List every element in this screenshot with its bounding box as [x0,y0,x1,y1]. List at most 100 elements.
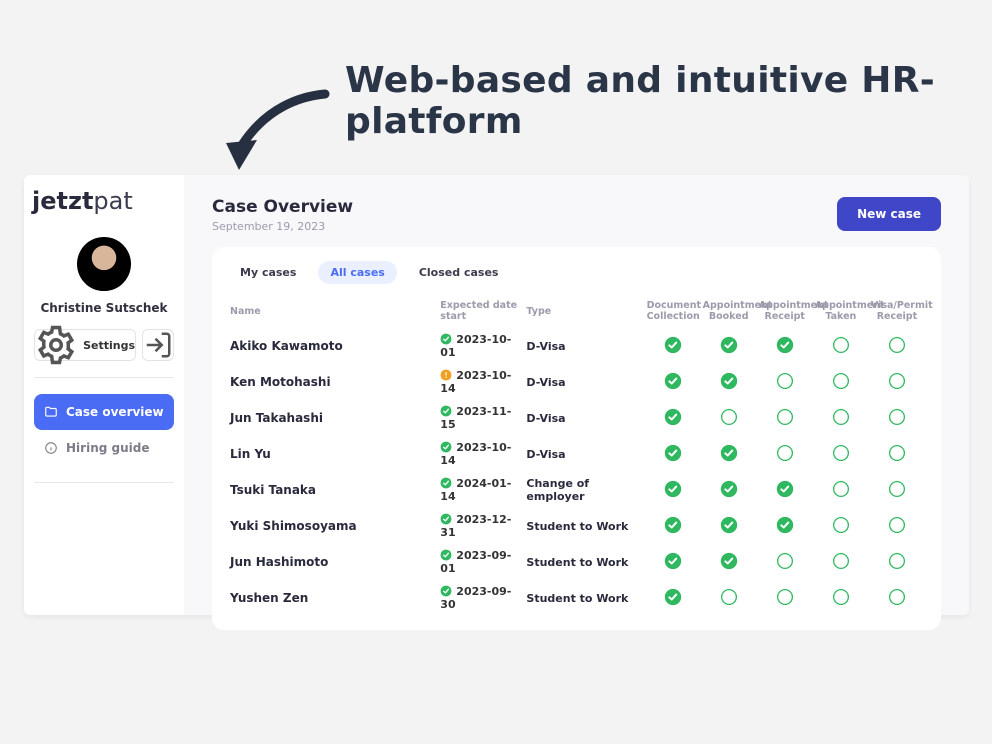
avatar[interactable] [77,237,131,291]
col-taken: Appointment Taken [813,294,869,328]
tab-closed-cases[interactable]: Closed cases [407,261,511,284]
sidebar-item-label: Hiring guide [66,441,149,455]
status-open-icon [720,408,738,426]
cell-status [813,364,869,400]
status-open-icon [832,588,850,606]
cell-type: D-Visa [524,436,644,472]
status-done-icon [776,336,794,354]
tab-my-cases[interactable]: My cases [228,261,308,284]
logout-icon [143,330,173,360]
cases-table: Name Expected date start Type Document C… [228,294,925,616]
cell-status [701,508,757,544]
cell-status [645,400,701,436]
cell-type: Student to Work [524,580,644,616]
cell-status [701,544,757,580]
warning-icon [440,369,452,381]
status-done-icon [720,480,738,498]
new-case-button[interactable]: New case [837,197,941,231]
cell-date: 2023-10-14 [438,436,524,472]
cell-type: Student to Work [524,508,644,544]
cell-date: 2023-09-01 [438,544,524,580]
arrow-icon [215,88,335,183]
cell-name: Jun Hashimoto [228,544,438,580]
cell-type: D-Visa [524,328,644,364]
cell-status [757,328,813,364]
cell-date: 2023-11-15 [438,400,524,436]
info-icon [44,441,58,455]
table-row[interactable]: Jun Takahashi2023-11-15D-Visa [228,400,925,436]
sidebar: Christine Sutschek Settings Case overvie… [24,175,184,615]
status-done-icon [664,516,682,534]
cell-type: D-Visa [524,400,644,436]
table-row[interactable]: Ken Motohashi2023-10-14D-Visa [228,364,925,400]
cell-status [757,436,813,472]
col-name: Name [228,294,438,328]
cell-status [813,472,869,508]
col-type: Type [524,294,644,328]
ok-icon [440,333,452,345]
status-open-icon [832,372,850,390]
brand-logo: jetztpat [32,187,133,216]
status-done-icon [720,516,738,534]
tabs: My cases All cases Closed cases [228,261,925,284]
cell-status [645,580,701,616]
cell-type: Change of employer [524,472,644,508]
cell-status [645,328,701,364]
cell-status [645,436,701,472]
table-row[interactable]: Lin Yu2023-10-14D-Visa [228,436,925,472]
status-done-icon [720,336,738,354]
tab-all-cases[interactable]: All cases [318,261,396,284]
status-done-icon [664,480,682,498]
page-date: September 19, 2023 [212,220,353,233]
table-row[interactable]: Yushen Zen2023-09-30Student to Work [228,580,925,616]
logout-button[interactable] [142,329,174,361]
status-open-icon [832,444,850,462]
cell-status [869,436,925,472]
cell-status [757,544,813,580]
cell-status [869,400,925,436]
cell-status [757,364,813,400]
cell-status [813,328,869,364]
status-open-icon [776,372,794,390]
cell-name: Yushen Zen [228,580,438,616]
ok-icon [440,513,452,525]
cell-date: 2023-10-01 [438,328,524,364]
sidebar-item-case-overview[interactable]: Case overview [34,394,174,430]
cell-status [757,472,813,508]
status-done-icon [776,480,794,498]
col-receipt: Appointment Receipt [757,294,813,328]
cell-status [869,328,925,364]
cell-status [701,328,757,364]
brand-left: jetzt [32,187,93,215]
status-open-icon [832,516,850,534]
status-open-icon [888,372,906,390]
cell-status [869,544,925,580]
cell-status [869,472,925,508]
cell-status [869,580,925,616]
status-open-icon [776,588,794,606]
divider [34,482,174,483]
col-booked: Appointment Booked [701,294,757,328]
status-open-icon [888,516,906,534]
cases-card: My cases All cases Closed cases Name Exp… [212,247,941,630]
status-open-icon [888,480,906,498]
status-open-icon [720,588,738,606]
status-open-icon [832,336,850,354]
settings-button[interactable]: Settings [34,329,136,361]
status-done-icon [664,552,682,570]
table-row[interactable]: Yuki Shimosoyama2023-12-31Student to Wor… [228,508,925,544]
table-row[interactable]: Akiko Kawamoto2023-10-01D-Visa [228,328,925,364]
table-row[interactable]: Jun Hashimoto2023-09-01Student to Work [228,544,925,580]
sidebar-item-hiring-guide[interactable]: Hiring guide [34,430,174,466]
main-content: Case Overview September 19, 2023 New cas… [184,175,969,615]
cell-status [757,400,813,436]
divider [34,377,174,378]
cell-date: 2023-12-31 [438,508,524,544]
status-done-icon [664,336,682,354]
table-row[interactable]: Tsuki Tanaka2024-01-14Change of employer [228,472,925,508]
status-open-icon [832,552,850,570]
status-done-icon [776,516,794,534]
cell-type: D-Visa [524,364,644,400]
cell-status [701,364,757,400]
page-title: Case Overview [212,197,353,217]
